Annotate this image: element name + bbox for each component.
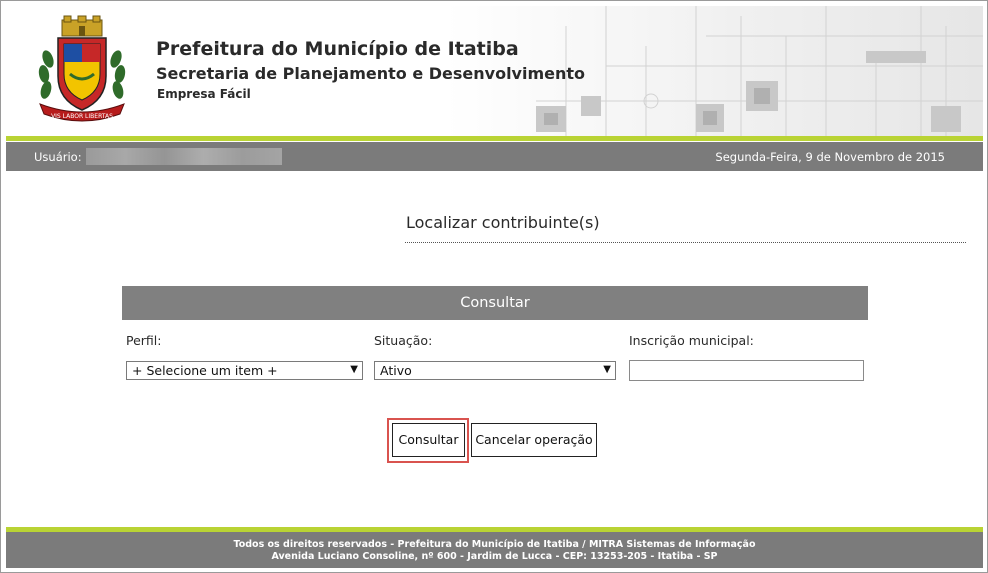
footer-address: Avenida Luciano Consoline, nº 600 - Jard… [271, 551, 718, 562]
current-date: Segunda-Feira, 9 de Novembro de 2015 [715, 150, 945, 164]
page-title: Prefeitura do Município de Itatiba [156, 38, 519, 60]
system-name: Empresa Fácil [157, 87, 251, 101]
page-frame: VIS LABOR LIBERTAS Prefeitura do Municíp… [0, 0, 988, 573]
inscricao-label: Inscrição municipal: [629, 333, 754, 348]
heading-divider [405, 242, 966, 243]
footer-copyright: Todos os direitos reservados - Prefeitur… [233, 539, 756, 550]
user-name-redacted [86, 148, 282, 165]
search-panel-header: Consultar [122, 286, 868, 320]
situacao-select-value: Ativo [380, 363, 412, 378]
accent-stripe-top [6, 136, 983, 141]
consultar-button[interactable]: Consultar [392, 423, 465, 457]
inscricao-input[interactable] [629, 360, 864, 381]
dropdown-arrow-icon: ▼ [350, 364, 358, 375]
svg-text:VIS LABOR LIBERTAS: VIS LABOR LIBERTAS [51, 113, 113, 120]
cancelar-button[interactable]: Cancelar operação [471, 423, 597, 457]
dropdown-arrow-icon: ▼ [603, 364, 611, 375]
city-crest-logo: VIS LABOR LIBERTAS [38, 15, 126, 122]
perfil-select[interactable]: + Selecione um item + ▼ [126, 361, 363, 380]
site-footer: Todos os direitos reservados - Prefeitur… [6, 532, 983, 568]
situacao-label: Situação: [374, 333, 433, 348]
site-header: VIS LABOR LIBERTAS Prefeitura do Municíp… [6, 6, 983, 136]
page-subtitle: Secretaria de Planejamento e Desenvolvim… [156, 64, 586, 83]
perfil-select-value: + Selecione um item + [132, 363, 278, 378]
page-heading: Localizar contribuinte(s) [406, 213, 600, 232]
user-bar: Usuário: Segunda-Feira, 9 de Novembro de… [6, 142, 983, 171]
perfil-label: Perfil: [126, 333, 162, 348]
user-label: Usuário: [34, 150, 82, 164]
situacao-select[interactable]: Ativo ▼ [374, 361, 616, 380]
